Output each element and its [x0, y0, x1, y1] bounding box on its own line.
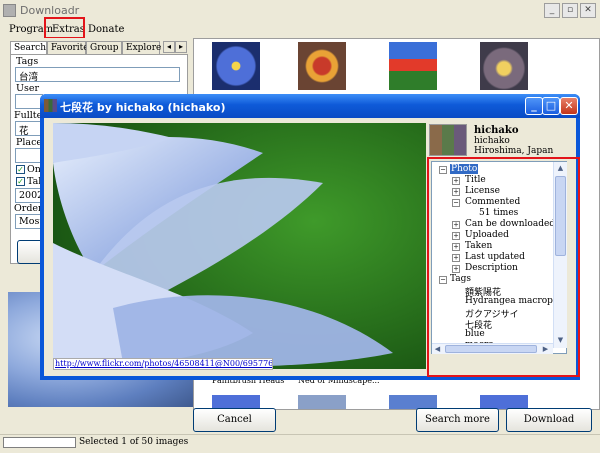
tags-label: Tags	[16, 56, 39, 67]
thumbnail-5[interactable]	[212, 395, 260, 409]
license-expand-icon[interactable]: +	[452, 188, 460, 196]
tree-item-tags[interactable]: Tags	[450, 274, 471, 284]
popup-title: 七段花 by hichako (hichako)	[60, 101, 226, 114]
tab-scroll-left-icon[interactable]: ◂	[163, 41, 175, 53]
place-input[interactable]	[15, 148, 43, 163]
tab-explore[interactable]: Explore	[122, 41, 161, 55]
extras-highlight	[44, 17, 85, 39]
tree-item-taken[interactable]: Taken	[465, 241, 492, 251]
user-name: hichako	[474, 136, 510, 146]
scroll-thumb[interactable]	[555, 176, 566, 256]
scroll-left-icon[interactable]: ◀	[432, 344, 443, 354]
menu-bar: Program Extras Donate	[0, 22, 600, 39]
tree-item-description[interactable]: Description	[465, 263, 518, 273]
scroll-up-icon[interactable]: ▲	[554, 162, 567, 174]
place-label: Place	[16, 137, 43, 148]
main-title-bar: Downloadr _ ▫ ✕	[0, 0, 600, 22]
tab-scroll-right-icon[interactable]: ▸	[175, 41, 187, 53]
tags-collapse-icon[interactable]: −	[439, 276, 447, 284]
photo-url-link[interactable]: http://www.flickr.com/photos/46508411@N0…	[53, 358, 273, 370]
tree-item-comments-count[interactable]: 51 times	[479, 208, 518, 218]
tree-item-last-updated[interactable]: Last updated	[465, 252, 525, 262]
uploaded-expand-icon[interactable]: +	[452, 232, 460, 240]
app-icon	[3, 4, 16, 17]
tree-item-title[interactable]: Title	[465, 175, 486, 185]
maximize-icon[interactable]: ▫	[562, 3, 578, 18]
taken-expand-icon[interactable]: +	[452, 243, 460, 251]
tree-item-tag[interactable]: blue	[465, 329, 485, 339]
thumbnail-4[interactable]	[480, 42, 528, 90]
tree-vertical-scrollbar[interactable]: ▲ ▼	[553, 162, 567, 348]
popup-minimize-icon[interactable]: _	[525, 97, 543, 115]
hscroll-thumb[interactable]	[445, 345, 537, 353]
thumbnail-7[interactable]	[389, 395, 437, 409]
download-selected-button[interactable]: Download selected	[506, 408, 592, 447]
status-text: Selected 1 of 50 images	[79, 437, 189, 447]
description-expand-icon[interactable]: +	[452, 265, 460, 273]
order-select[interactable]: Most	[15, 214, 43, 229]
date-input[interactable]: 2002/	[15, 188, 46, 203]
menu-donate[interactable]: Donate	[88, 24, 124, 35]
tags-input[interactable]: 台湾	[15, 67, 180, 83]
main-photo[interactable]	[53, 123, 426, 369]
tab-favorites[interactable]: Favorites	[47, 41, 93, 55]
user-username: hichako	[474, 125, 519, 136]
app-title: Downloadr	[20, 4, 80, 17]
fulltext-input[interactable]: 花	[15, 121, 43, 137]
user-input[interactable]	[15, 94, 43, 109]
user-label: User	[16, 83, 40, 94]
tree-item-can-download[interactable]: Can be downloaded	[465, 219, 555, 229]
thumbnail-2[interactable]	[298, 42, 346, 90]
thumbnail-6[interactable]	[298, 395, 346, 409]
tree-item-commented[interactable]: Commented	[465, 197, 520, 207]
commented-collapse-icon[interactable]: −	[452, 199, 460, 207]
popup-app-icon	[44, 99, 57, 112]
tab-group[interactable]: Group	[86, 41, 122, 55]
popup-maximize-icon[interactable]: □	[542, 97, 560, 115]
search-more-button[interactable]: Search more	[416, 408, 499, 432]
scroll-down-icon[interactable]: ▼	[554, 334, 567, 346]
popup-title-bar: 七段花 by hichako (hichako)	[40, 94, 580, 118]
popup-close-icon[interactable]: ✕	[560, 97, 578, 115]
thumbnail-3[interactable]	[389, 42, 437, 90]
tree-horizontal-scrollbar[interactable]: ◀ ▶	[432, 343, 553, 354]
scroll-right-icon[interactable]: ▶	[540, 344, 551, 354]
progress-bar	[3, 437, 76, 448]
download-expand-icon[interactable]: +	[452, 221, 460, 229]
tree-item-license[interactable]: License	[465, 186, 500, 196]
user-avatar	[429, 124, 467, 156]
tab-search[interactable]: Search	[10, 41, 47, 55]
tree-item-photo[interactable]: Photo	[450, 164, 479, 174]
last-updated-expand-icon[interactable]: +	[452, 254, 460, 262]
flower-photo	[53, 123, 426, 369]
user-location: Hiroshima, Japan	[474, 146, 554, 156]
thumbnail-8[interactable]	[480, 395, 528, 409]
checkbox-only[interactable]: ✓	[16, 165, 25, 174]
photo-collapse-icon[interactable]: −	[439, 166, 447, 174]
thumbnail-1[interactable]	[212, 42, 260, 90]
tree-item-tag[interactable]: Hydrangea macrophylla	[465, 296, 566, 306]
photo-info-tree[interactable]: − Photo + Title + License − Commented 51…	[431, 161, 567, 354]
title-expand-icon[interactable]: +	[452, 177, 460, 185]
close-icon[interactable]: ✕	[580, 3, 596, 18]
cancel-operation-button[interactable]: Cancel operation	[193, 408, 276, 447]
tree-item-uploaded[interactable]: Uploaded	[465, 230, 509, 240]
checkbox-taken[interactable]: ✓	[16, 177, 25, 186]
minimize-icon[interactable]: _	[544, 3, 560, 18]
